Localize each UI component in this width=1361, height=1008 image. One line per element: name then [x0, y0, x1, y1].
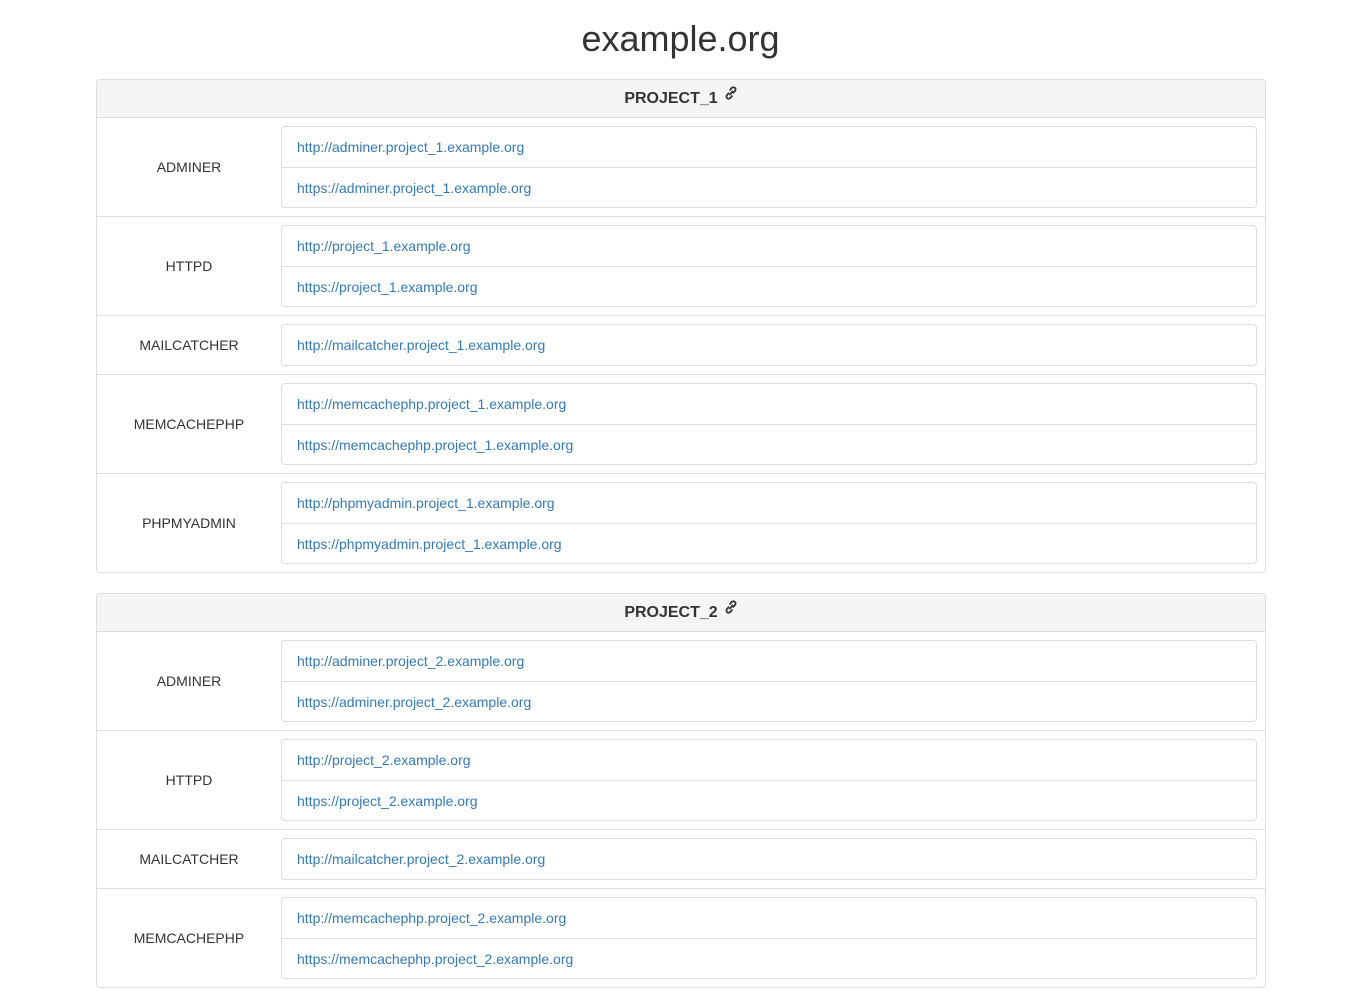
service-url-link[interactable]: http://mailcatcher.project_2.example.org — [297, 851, 545, 867]
url-list-item: http://memcachephp.project_2.example.org — [282, 898, 1256, 938]
url-list-item: https://memcachephp.project_1.example.or… — [282, 424, 1256, 464]
url-list-item: https://project_2.example.org — [282, 780, 1256, 820]
service-name: HTTPD — [165, 772, 213, 788]
service-row: MEMCACHEPHP http://memcachephp.project_2.… — [97, 888, 1265, 987]
service-url-link[interactable]: https://memcachephp.project_2.example.or… — [297, 951, 573, 967]
service-name: HTTPD — [165, 258, 213, 274]
url-list-item: https://adminer.project_2.example.org — [282, 681, 1256, 721]
url-list-item: http://adminer.project_1.example.org — [282, 127, 1256, 167]
url-list: http://mailcatcher.project_2.example.org — [281, 838, 1257, 880]
url-list-item: https://phpmyadmin.project_1.example.org — [282, 523, 1256, 563]
service-url-link[interactable]: http://adminer.project_1.example.org — [297, 139, 524, 155]
url-list: http://project_2.example.org https://proj… — [281, 739, 1257, 821]
url-list-item: http://mailcatcher.project_1.example.org — [282, 325, 1256, 365]
service-url-link[interactable]: https://memcachephp.project_1.example.or… — [297, 437, 573, 453]
url-list-item: http://phpmyadmin.project_1.example.org — [282, 483, 1256, 523]
project-services: ADMINER http://adminer.project_2.example.… — [97, 632, 1265, 987]
url-list: http://memcachephp.project_2.example.org… — [281, 897, 1257, 979]
url-list-item: http://mailcatcher.project_2.example.org — [282, 839, 1256, 879]
url-list: http://adminer.project_2.example.orghttp… — [281, 640, 1257, 722]
project-name: PROJECT_1 — [624, 90, 718, 107]
service-url-link[interactable]: https://adminer.project_1.example.org — [297, 180, 531, 196]
service-name: PHPMYADMIN — [142, 515, 236, 531]
project-panel: PROJECT_1 ADMINER http://adminer.project_1… — [96, 79, 1266, 573]
link-icon[interactable] — [724, 80, 738, 116]
url-list: http://project_1.example.org https://proj… — [281, 225, 1257, 307]
url-list-item: https://project_1.example.org — [282, 266, 1256, 306]
service-url-link[interactable]: https://project_1.example.org — [297, 279, 478, 295]
service-url-link[interactable]: http://phpmyadmin.project_1.example.org — [297, 495, 555, 511]
service-name: ADMINER — [156, 673, 222, 689]
service-row: MEMCACHEPHP http://memcachephp.project_1.… — [97, 374, 1265, 473]
service-row: PHPMYADMIN http://phpmyadmin.project_1.ex… — [97, 473, 1265, 572]
url-list: http://adminer.project_1.example.orghttp… — [281, 126, 1257, 208]
project-panel: PROJECT_2 ADMINER http://adminer.project_2… — [96, 593, 1266, 988]
service-url-link[interactable]: http://memcachephp.project_2.example.org — [297, 910, 566, 926]
url-list-item: http://memcachephp.project_1.example.org — [282, 384, 1256, 424]
projects-container: PROJECT_1 ADMINER http://adminer.project_1… — [96, 79, 1266, 1008]
service-url-link[interactable]: https://phpmyadmin.project_1.example.org — [297, 536, 562, 552]
service-row: ADMINER http://adminer.project_1.example.… — [97, 118, 1265, 216]
url-list: http://mailcatcher.project_1.example.org — [281, 324, 1257, 366]
url-list: http://memcachephp.project_1.example.org… — [281, 383, 1257, 465]
service-url-link[interactable]: http://project_1.example.org — [297, 238, 471, 254]
url-list-item: https://memcachephp.project_2.example.or… — [282, 938, 1256, 978]
service-url-link[interactable]: https://project_2.example.org — [297, 793, 478, 809]
service-name: MEMCACHEPHP — [133, 416, 245, 432]
service-row: ADMINER http://adminer.project_2.example.… — [97, 632, 1265, 730]
link-icon[interactable] — [724, 594, 738, 630]
service-row: HTTPD http://project_2.example.org https:/… — [97, 730, 1265, 829]
url-list-item: https://adminer.project_1.example.org — [282, 167, 1256, 207]
project-services: ADMINER http://adminer.project_1.example.… — [97, 118, 1265, 572]
project-name: PROJECT_2 — [624, 604, 718, 621]
service-url-link[interactable]: https://adminer.project_2.example.org — [297, 694, 531, 710]
url-list-item: http://project_2.example.org — [282, 740, 1256, 780]
url-list: http://phpmyadmin.project_1.example.orgh… — [281, 482, 1257, 564]
service-row: MAILCATCHER http://mailcatcher.project_1.… — [97, 315, 1265, 374]
url-list-item: http://project_1.example.org — [282, 226, 1256, 266]
service-url-link[interactable]: http://project_2.example.org — [297, 752, 471, 768]
service-row: HTTPD http://project_1.example.org https:/… — [97, 216, 1265, 315]
project-heading: PROJECT_2 — [97, 594, 1265, 632]
service-url-link[interactable]: http://mailcatcher.project_1.example.org — [297, 337, 545, 353]
service-name: ADMINER — [156, 159, 222, 175]
service-name: MAILCATCHER — [139, 337, 239, 353]
service-url-link[interactable]: http://adminer.project_2.example.org — [297, 653, 524, 669]
service-row: MAILCATCHER http://mailcatcher.project_2.… — [97, 829, 1265, 888]
service-url-link[interactable]: http://memcachephp.project_1.example.org — [297, 396, 566, 412]
project-heading: PROJECT_1 — [97, 80, 1265, 118]
service-name: MAILCATCHER — [139, 851, 239, 867]
page-title: example.org — [581, 18, 780, 59]
service-name: MEMCACHEPHP — [133, 930, 245, 946]
url-list-item: http://adminer.project_2.example.org — [282, 641, 1256, 681]
